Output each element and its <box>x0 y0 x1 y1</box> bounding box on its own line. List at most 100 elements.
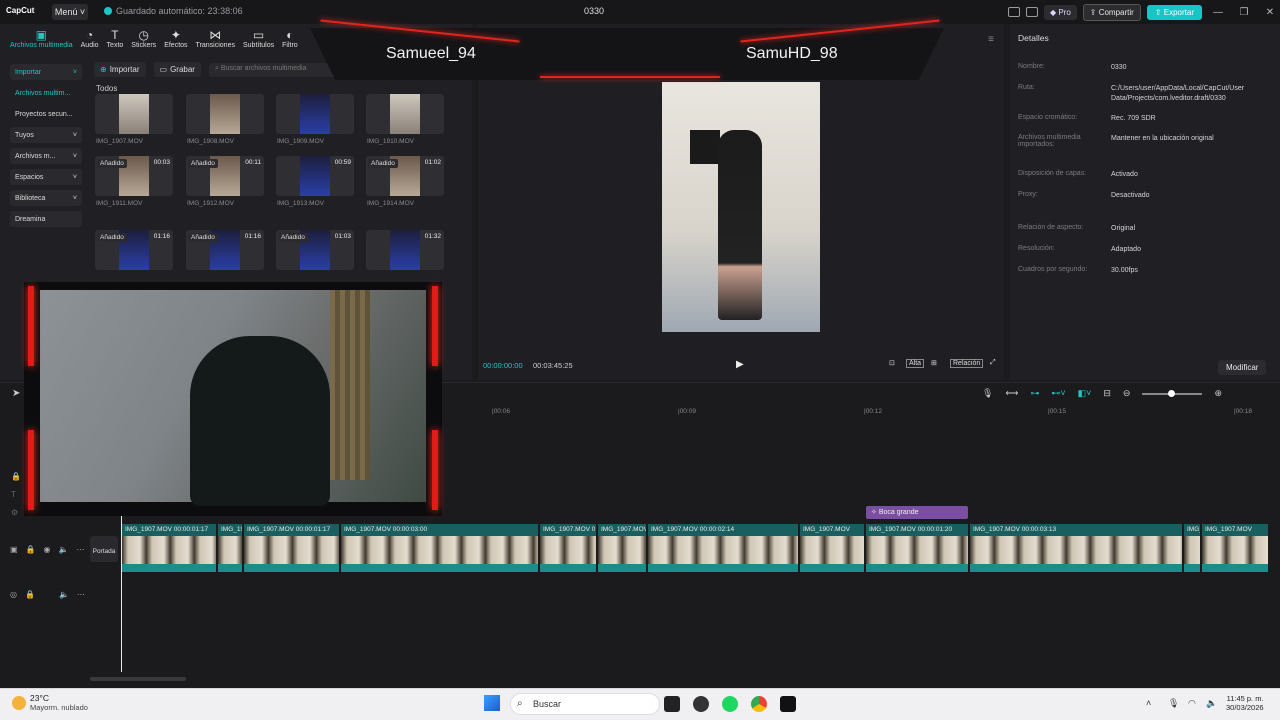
link-icon[interactable]: ⟷ <box>1005 388 1018 399</box>
tab-audio[interactable]: ◔ Audio <box>77 28 103 49</box>
minimize-icon[interactable]: — <box>1208 7 1228 18</box>
media-thumbnail[interactable] <box>186 94 264 134</box>
zoom-slider-handle[interactable] <box>1168 389 1176 397</box>
media-thumbnail[interactable]: Añadido 01:16 <box>186 230 264 270</box>
cursor-select-icon[interactable]: ➤ <box>12 388 20 399</box>
play-icon[interactable]: ▶ <box>736 359 744 370</box>
snap-icon[interactable]: ⊷˅ <box>1051 388 1065 399</box>
volume-icon[interactable]: 🔈 <box>1206 698 1217 709</box>
share-button[interactable]: ⇪ Compartir <box>1082 3 1141 21</box>
zoom-slider[interactable] <box>1142 389 1203 397</box>
playhead[interactable] <box>121 516 122 672</box>
track-visibility-icon[interactable]: ◉ <box>44 545 51 554</box>
network-icon[interactable]: ◠ <box>1188 698 1196 709</box>
tab-stickers[interactable]: ◷ Stickers <box>127 28 160 49</box>
track-more-icon[interactable]: ⋯ <box>76 545 84 554</box>
text-track-icon[interactable]: T <box>11 490 16 499</box>
sidebar-item-media[interactable]: Archivos multim... <box>10 85 82 101</box>
fit-icon[interactable]: ⊡ <box>889 359 895 367</box>
fullscreen-icon[interactable]: ⤢ <box>990 359 996 367</box>
chrome-icon[interactable] <box>751 696 767 712</box>
shortcuts-icon[interactable] <box>1025 7 1038 17</box>
quality-button[interactable]: Alta <box>906 359 925 368</box>
media-thumbnail[interactable]: Añadido 00:03 <box>95 156 173 196</box>
video-clip[interactable]: IMG_1907.MOV 00:00:03:13 <box>970 524 1184 572</box>
cover-button[interactable]: Portada <box>90 536 118 562</box>
close-icon[interactable]: ✕ <box>1260 7 1280 18</box>
spotify-icon[interactable] <box>722 696 738 712</box>
track-video-icon[interactable]: ▣ <box>10 545 18 554</box>
timeline-scrollbar[interactable] <box>90 677 186 681</box>
sidebar-item-secondary-projects[interactable]: Proyectos secun... <box>10 106 82 122</box>
zoom-in-icon[interactable]: ⊕ <box>1214 388 1222 399</box>
tray-chevron-up-icon[interactable]: ˄ <box>1146 698 1151 708</box>
video-clip[interactable]: IMG_1907.MOV 0 <box>540 524 598 572</box>
magnet-icon[interactable]: ⊶ <box>1030 388 1039 399</box>
sidebar-item-import[interactable]: Importar ˅ <box>10 64 82 80</box>
import-button[interactable]: ⊕ Importar <box>94 62 146 77</box>
sidebar-item-spaces[interactable]: Espacios ˅ <box>10 169 82 185</box>
video-clip[interactable]: IMG_1907.MOV <box>1202 524 1270 572</box>
microphone-tray-icon[interactable]: 🎙 <box>1168 698 1179 709</box>
video-clip[interactable]: IMG_1907.MOV <box>800 524 866 572</box>
media-thumbnail[interactable]: Añadido 01:02 <box>366 156 444 196</box>
lock-icon[interactable]: 🔒 <box>11 472 21 481</box>
media-thumbnail[interactable]: Añadido 01:03 <box>276 230 354 270</box>
track-audio-icon[interactable]: 🔈 <box>59 545 69 554</box>
video-clip[interactable]: IMG_1907.MOV 00:00:01:17 <box>122 524 218 572</box>
capcut-taskbar-icon[interactable] <box>780 696 796 712</box>
video-clip[interactable]: IMG_1 <box>1184 524 1202 572</box>
media-thumbnail[interactable]: Añadido 00:11 <box>186 156 264 196</box>
effect-track-icon[interactable]: ⚙ <box>11 508 18 517</box>
video-clip[interactable]: IMG_1907.MOV 00:00:01:17 <box>244 524 341 572</box>
media-thumbnail[interactable]: Añadido 01:16 <box>95 230 173 270</box>
tab-subtitles[interactable]: ▭ Subtítulos <box>239 28 278 49</box>
media-thumbnail[interactable] <box>276 94 354 134</box>
video-clip[interactable]: IMG_1907.MOV <box>598 524 648 572</box>
taskbar-clock[interactable]: 11:45 p. m. 30/03/2026 <box>1226 694 1264 712</box>
track-audio-icon[interactable]: 🔈 <box>59 590 69 599</box>
sidebar-item-library[interactable]: Biblioteca ˅ <box>10 190 82 206</box>
tab-transitions[interactable]: ⋈ Transiciones <box>192 28 239 49</box>
track-lock-icon[interactable]: 🔒 <box>25 590 35 599</box>
microphone-icon[interactable]: 🎙 <box>982 388 993 399</box>
media-thumbnail[interactable]: 00:59 <box>276 156 354 196</box>
zoom-out-icon[interactable]: ⊖ <box>1123 388 1131 399</box>
tab-media[interactable]: ▣ Archivos multimedia <box>6 28 77 49</box>
sidebar-item-media-2[interactable]: Archivos m... ˅ <box>10 148 82 164</box>
video-preview[interactable] <box>662 82 820 332</box>
pro-button[interactable]: ◆ Pro <box>1043 4 1077 20</box>
task-view-icon[interactable] <box>664 696 680 712</box>
sidebar-item-dreamina[interactable]: Dreamina <box>10 211 82 227</box>
sidebar-item-yours[interactable]: Tuyos ˅ <box>10 127 82 143</box>
record-button[interactable]: ▭ Grabar <box>153 62 201 77</box>
media-thumbnail[interactable] <box>95 94 173 134</box>
preview-axis-icon[interactable]: ◧˅ <box>1078 388 1092 399</box>
video-clip[interactable]: IMG_1907.MOV 00:00:01:20 <box>866 524 970 572</box>
app-icon[interactable] <box>693 696 709 712</box>
export-button[interactable]: ⇧ Exportar <box>1146 4 1202 20</box>
windows-start-icon[interactable] <box>484 695 500 711</box>
track-audio-type-icon[interactable]: ◎ <box>10 590 17 599</box>
tab-filter[interactable]: ◐ Filtro <box>278 28 302 49</box>
track-lock-icon[interactable]: 🔒 <box>26 545 36 554</box>
media-search-input[interactable]: ⌕ Buscar archivos multimedia <box>208 62 339 77</box>
caption-icon[interactable]: ⊟ <box>1103 388 1111 399</box>
effect-clip[interactable]: ✧ Boca grande <box>866 506 968 519</box>
track-more-icon[interactable]: ⋯ <box>77 590 85 599</box>
maximize-icon[interactable]: ❐ <box>1234 7 1254 18</box>
crop-icon[interactable]: ⊞ <box>931 359 937 367</box>
modify-button[interactable]: Modificar <box>1218 360 1267 375</box>
tab-effects[interactable]: ✦ Efectos <box>160 28 191 49</box>
layout-icon[interactable] <box>1007 7 1020 17</box>
ratio-button[interactable]: Relación <box>950 359 984 368</box>
tab-text[interactable]: T Texto <box>103 28 128 49</box>
weather-widget[interactable]: 23°C Mayorm. nublado <box>12 693 88 712</box>
video-clip[interactable]: IMG_1907.MOV 00:00:03:00 <box>341 524 540 572</box>
menu-button[interactable]: Menú ˅ <box>52 4 88 20</box>
video-clip[interactable]: IMG_1907.MOV 00:00:02:14 <box>648 524 800 572</box>
taskbar-search[interactable]: Buscar <box>510 693 660 715</box>
menu-lines-icon[interactable]: ≡ <box>988 34 994 45</box>
media-thumbnail[interactable] <box>366 94 444 134</box>
video-clip[interactable]: IMG_19 <box>218 524 244 572</box>
